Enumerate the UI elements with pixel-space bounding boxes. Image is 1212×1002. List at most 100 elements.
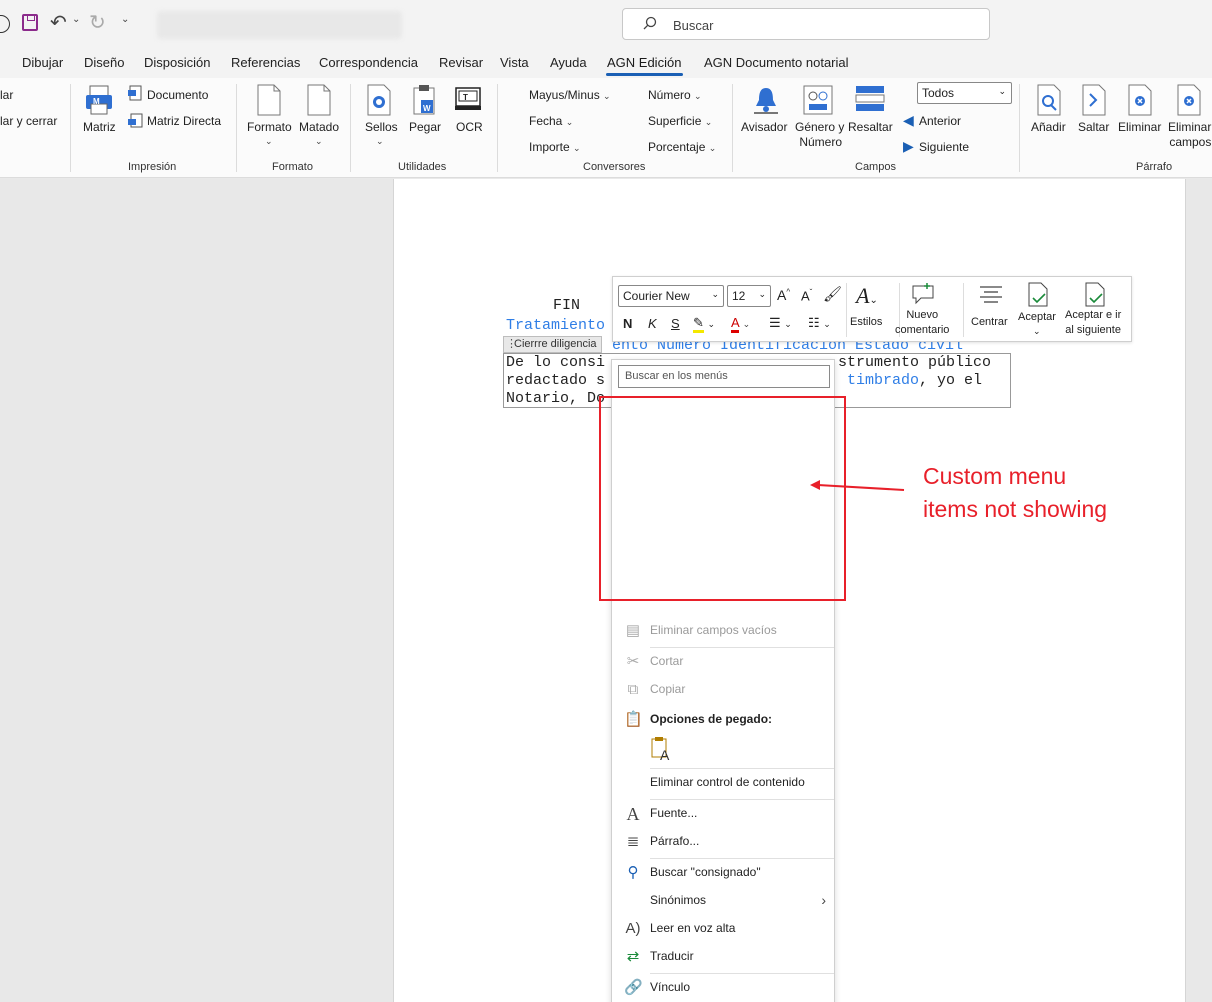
eliminar-campos-line1: Eliminar [1168, 120, 1212, 134]
tab-disposicion[interactable]: Disposición [144, 55, 210, 70]
group-separator [236, 84, 237, 172]
tab-ayuda[interactable]: Ayuda [550, 55, 587, 70]
campos-filter-select[interactable]: Todos ⌄ [917, 82, 1012, 104]
autosave-toggle-icon[interactable] [0, 15, 10, 33]
read-aloud-icon: A) [625, 920, 641, 937]
siguiente-button[interactable]: Siguiente [919, 140, 969, 154]
anterior-button[interactable]: Anterior [919, 114, 961, 128]
center-align-icon [980, 286, 1002, 303]
italic-button[interactable]: K [648, 316, 657, 331]
pegar-button[interactable]: Pegar [409, 120, 441, 135]
context-menu-search-input[interactable]: Buscar en los menús [618, 365, 830, 388]
matado-button[interactable]: Matado [299, 120, 339, 135]
anadir-icon [1037, 84, 1061, 116]
group-separator [497, 84, 498, 172]
nuevo-comentario-line2: comentario [895, 324, 950, 336]
tab-agn-edicion[interactable]: AGN Edición [607, 55, 681, 70]
fecha-button[interactable]: Fecha ⌄ [529, 114, 573, 128]
superficie-button[interactable]: Superficie ⌄ [648, 114, 712, 128]
undo-icon[interactable]: ↶ [50, 10, 67, 35]
content-control-tag[interactable]: Cierrre diligencia [503, 336, 602, 353]
svg-text:A: A [660, 747, 670, 762]
search-input[interactable]: Buscar [622, 8, 990, 40]
doc-line-1a: De lo consi [506, 354, 606, 371]
chevron-down-icon: ⌄ [1033, 326, 1041, 336]
nuevo-comentario-button[interactable]: Nuevo comentario [895, 308, 949, 338]
menu-item-leer[interactable]: A) Leer en voz alta [612, 916, 834, 942]
sellos-button[interactable]: Sellos [365, 120, 398, 135]
matriz-directa-button[interactable]: Matriz Directa [147, 114, 221, 128]
chevron-down-icon: ⌄ [573, 143, 581, 153]
redo-icon[interactable]: ↻ [89, 10, 106, 35]
strikethrough-button[interactable]: S [671, 316, 680, 331]
tab-referencias[interactable]: Referencias [231, 55, 300, 70]
menu-separator [650, 858, 834, 859]
menu-separator [650, 799, 834, 800]
tab-agn-documento-notarial[interactable]: AGN Documento notarial [704, 55, 849, 70]
new-comment-icon [912, 283, 934, 305]
menu-item-parrafo[interactable]: ≣ Párrafo... [612, 829, 834, 855]
eliminar-button[interactable]: Eliminar [1118, 120, 1161, 135]
saltar-button[interactable]: Saltar [1078, 120, 1109, 135]
group-label-formato: Formato [272, 161, 313, 173]
menu-item-eliminar-control[interactable]: Eliminar control de contenido [612, 770, 834, 796]
documento-button[interactable]: Documento [147, 88, 208, 102]
annotation-line-2: items not showing [923, 496, 1108, 522]
bold-button[interactable]: N [623, 316, 632, 331]
paste-keep-text-only-icon[interactable]: A [650, 736, 674, 763]
aceptar-e-ir-button[interactable]: Aceptar e ir al siguiente [1065, 308, 1121, 338]
undo-dropdown-icon[interactable]: ⌄ [72, 14, 80, 25]
menu-item-eliminar-campos-vacios[interactable]: ▤ Eliminar campos vacíos [612, 618, 834, 644]
doc-field-timbrado[interactable]: timbrado [847, 372, 919, 390]
eliminar-campos-button[interactable]: Eliminar campos [1168, 120, 1211, 150]
aceptar-e-ir-line2: al siguiente [1065, 324, 1121, 336]
ocr-icon: T [455, 87, 481, 110]
avisador-button[interactable]: Avisador [741, 120, 787, 135]
group-separator [1019, 84, 1020, 172]
menu-item-traducir[interactable]: ⇄ Traducir [612, 944, 834, 970]
grow-font-icon[interactable]: A^ [777, 287, 790, 303]
font-size-select[interactable]: 12 ⌄ [727, 285, 771, 307]
menu-item-label: Fuente... [650, 806, 698, 820]
bullets-icon[interactable]: ☰ ⌄ [769, 315, 792, 331]
search-icon [643, 16, 657, 30]
formato-button[interactable]: Formato [247, 120, 292, 135]
menu-item-vinculo[interactable]: 🔗 Vínculo [612, 975, 834, 1001]
highlight-icon[interactable]: ✎ ⌄ [693, 315, 715, 333]
ribbon-cut-item-1[interactable]: lar [0, 88, 13, 102]
tab-vista[interactable]: Vista [500, 55, 529, 70]
doc-field-tratamiento[interactable]: Tratamiento [506, 317, 605, 335]
menu-item-copiar[interactable]: ⧉ Copiar [612, 677, 834, 703]
genero-numero-button[interactable]: Género y Número [795, 120, 844, 150]
numero-button[interactable]: Número ⌄ [648, 88, 702, 102]
menu-item-fuente[interactable]: A Fuente... [612, 801, 834, 827]
centrar-button[interactable]: Centrar [971, 315, 1008, 330]
save-icon[interactable] [22, 14, 38, 31]
anadir-button[interactable]: Añadir [1031, 120, 1066, 135]
resaltar-button[interactable]: Resaltar [848, 120, 893, 135]
format-painter-icon[interactable]: 🖌 [823, 285, 842, 303]
menu-item-buscar[interactable]: ⚲ Buscar "consignado" [612, 860, 834, 886]
tab-dibujar[interactable]: Dibujar [22, 55, 63, 70]
ribbon-cut-item-2[interactable]: lar y cerrar [0, 114, 57, 128]
search-icon: ⚲ [627, 864, 639, 881]
matriz-button[interactable]: Matriz [83, 120, 116, 135]
customize-toolbar-icon[interactable]: ⌄ [121, 14, 129, 25]
font-color-icon[interactable]: A ⌄ [731, 315, 750, 333]
porcentaje-button[interactable]: Porcentaje ⌄ [648, 140, 716, 154]
ocr-button[interactable]: OCR [456, 120, 483, 135]
resaltar-icon [855, 86, 885, 111]
tab-revisar[interactable]: Revisar [439, 55, 483, 70]
menu-item-sinonimos[interactable]: Sinónimos › [612, 888, 834, 914]
estilos-button[interactable]: Estilos [850, 315, 882, 330]
font-icon: A [626, 804, 640, 824]
tab-correspondencia[interactable]: Correspondencia [319, 55, 418, 70]
importe-button[interactable]: Importe ⌄ [529, 140, 581, 154]
font-name-select[interactable]: Courier New ⌄ [618, 285, 724, 307]
menu-item-cortar[interactable]: ✂ Cortar [612, 649, 834, 675]
mayus-minus-button[interactable]: Mayus/Minus ⌄ [529, 88, 611, 102]
shrink-font-icon[interactable]: Aˇ [801, 288, 812, 303]
numbering-icon[interactable]: ☷ ⌄ [808, 315, 831, 331]
aceptar-button[interactable]: Aceptar [1018, 310, 1056, 325]
tab-diseno[interactable]: Diseño [84, 55, 124, 70]
